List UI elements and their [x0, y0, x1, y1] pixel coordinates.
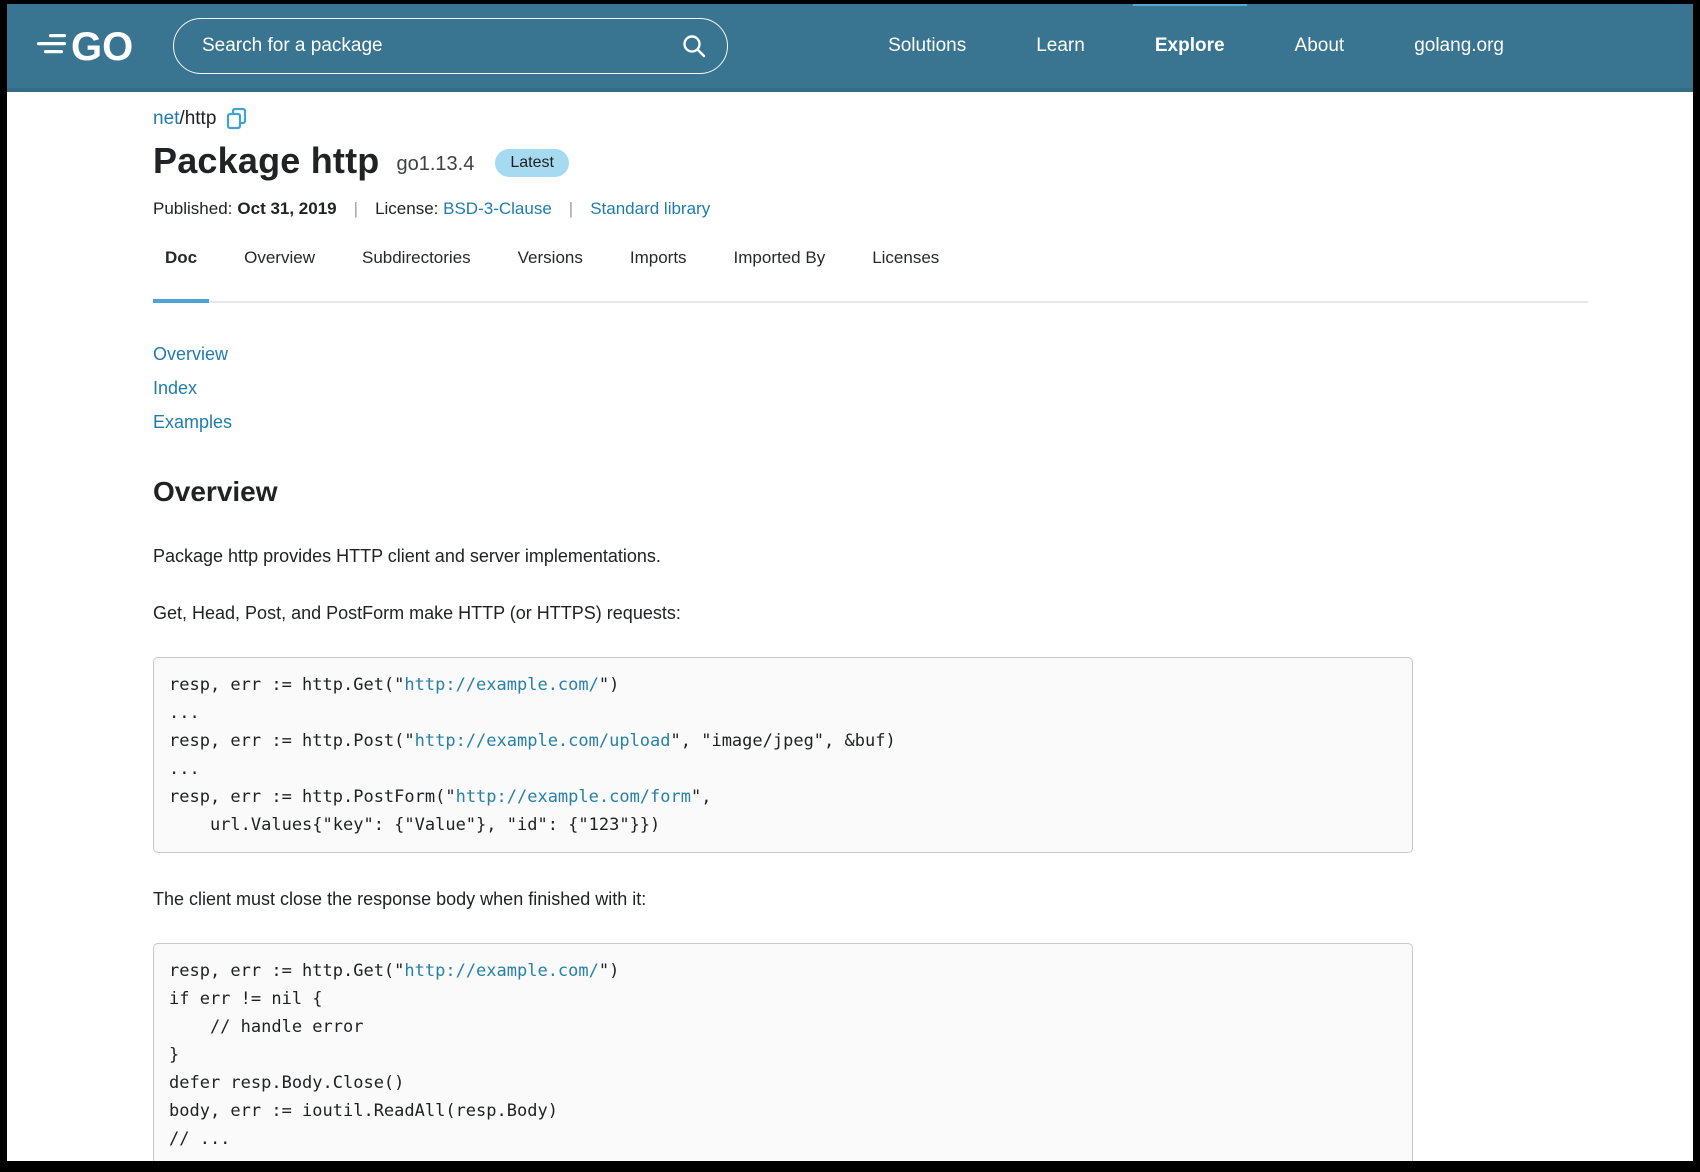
nav-item-learn[interactable]: Learn [1012, 4, 1109, 90]
code-text: if err != nil { [169, 989, 323, 1009]
code-block: resp, err := http.Get("http://example.co… [153, 657, 1413, 853]
code-line: } [169, 1041, 1397, 1069]
code-line: resp, err := http.PostForm("http://examp… [169, 783, 1397, 811]
nav-item-explore[interactable]: Explore [1131, 4, 1249, 90]
code-text: // handle error [169, 1017, 363, 1037]
overview-paragraph-3: The client must close the response body … [153, 889, 1693, 910]
code-url-link[interactable]: http://example.com/ [404, 675, 598, 695]
code-url-link[interactable]: http://example.com/form [456, 787, 691, 807]
page: GO Solutions Learn Explore About golang.… [7, 4, 1693, 1161]
code-text: defer resp.Body.Close() [169, 1073, 404, 1093]
published-label: Published: [153, 199, 232, 219]
toc-link-overview[interactable]: Overview [153, 337, 228, 371]
breadcrumb-current: http [185, 108, 217, 130]
nav-item-explore-label: Explore [1155, 35, 1225, 57]
main-content: net/http Package http go1.13.4 Latest Pu… [7, 107, 1693, 1161]
published-date: Oct 31, 2019 [237, 199, 336, 219]
code-block: resp, err := http.Get("http://example.co… [153, 943, 1413, 1161]
active-nav-indicator [1133, 4, 1247, 6]
license-link[interactable]: BSD-3-Clause [443, 199, 552, 219]
code-text: ", "image/jpeg", &buf) [671, 731, 896, 751]
title-row: Package http go1.13.4 Latest [153, 140, 1693, 182]
code-url-link[interactable]: http://example.com/upload [415, 731, 671, 751]
nav-item-solutions[interactable]: Solutions [864, 4, 990, 90]
tab-versions[interactable]: Versions [506, 246, 595, 301]
search-icon[interactable] [681, 33, 707, 59]
toc-link-index[interactable]: Index [153, 371, 197, 405]
code-text: resp, err := http.Get(" [169, 675, 404, 695]
standard-library-link[interactable]: Standard library [590, 199, 710, 219]
package-version: go1.13.4 [396, 153, 474, 176]
code-text: ") [599, 961, 619, 981]
nav-item-golang-org[interactable]: golang.org [1390, 4, 1528, 90]
code-line: resp, err := http.Get("http://example.co… [169, 671, 1397, 699]
code-text: } [169, 1045, 179, 1065]
tab-bar: Doc Overview Subdirectories Versions Imp… [153, 246, 1588, 303]
license-label: License: [375, 199, 438, 219]
code-text: resp, err := http.Get(" [169, 961, 404, 981]
code-line: resp, err := http.Post("http://example.c… [169, 727, 1397, 755]
code-text: // ... [169, 1129, 230, 1149]
breadcrumb: net/http [153, 107, 1693, 131]
top-navbar: GO Solutions Learn Explore About golang.… [7, 4, 1693, 92]
breadcrumb-parent-link[interactable]: net [153, 108, 179, 130]
latest-badge: Latest [495, 149, 569, 177]
tab-imports[interactable]: Imports [618, 246, 699, 301]
code-line: url.Values{"key": {"Value"}, "id": {"123… [169, 811, 1397, 839]
meta-separator: | [569, 199, 573, 219]
nav-links: Solutions Learn Explore About golang.org [842, 4, 1528, 90]
tab-doc[interactable]: Doc [153, 246, 209, 301]
code-line: // ... [169, 1125, 1397, 1153]
code-line: body, err := ioutil.ReadAll(resp.Body) [169, 1097, 1397, 1125]
code-line: ... [169, 755, 1397, 783]
code-line: defer resp.Body.Close() [169, 1069, 1397, 1097]
code-text: url.Values{"key": {"Value"}, "id": {"123… [169, 815, 660, 835]
code-text: ") [599, 675, 619, 695]
copy-path-button[interactable] [226, 107, 248, 131]
search-box[interactable] [173, 18, 728, 74]
svg-text:GO: GO [71, 25, 133, 69]
nav-item-about[interactable]: About [1271, 4, 1369, 90]
code-text: resp, err := http.Post(" [169, 731, 415, 751]
go-logo[interactable]: GO [35, 22, 147, 70]
tab-imported-by[interactable]: Imported By [722, 246, 838, 301]
overview-heading: Overview [153, 476, 1693, 508]
code-text: body, err := ioutil.ReadAll(resp.Body) [169, 1101, 558, 1121]
code-line: // handle error [169, 1013, 1397, 1041]
code-line: if err != nil { [169, 985, 1397, 1013]
code-text: ... [169, 703, 200, 723]
toc-link-examples[interactable]: Examples [153, 405, 232, 439]
code-text: resp, err := http.PostForm(" [169, 787, 456, 807]
overview-paragraph-1: Package http provides HTTP client and se… [153, 546, 1693, 567]
meta-separator: | [354, 199, 358, 219]
doc-toc: Overview Index Examples [153, 337, 1693, 439]
tab-overview[interactable]: Overview [232, 246, 327, 301]
code-line: resp, err := http.Get("http://example.co… [169, 957, 1397, 985]
copy-icon [226, 107, 248, 131]
code-url-link[interactable]: http://example.com/ [404, 961, 598, 981]
overview-paragraph-2: Get, Head, Post, and PostForm make HTTP … [153, 603, 1693, 624]
tab-subdirectories[interactable]: Subdirectories [350, 246, 483, 301]
code-line: ... [169, 699, 1397, 727]
page-title: Package http [153, 140, 379, 182]
code-text: ", [691, 787, 711, 807]
go-logo-icon: GO [35, 22, 147, 70]
package-meta: Published: Oct 31, 2019 | License: BSD-3… [153, 199, 1693, 219]
search-input[interactable] [200, 34, 681, 58]
code-text: ... [169, 759, 200, 779]
tab-licenses[interactable]: Licenses [860, 246, 951, 301]
